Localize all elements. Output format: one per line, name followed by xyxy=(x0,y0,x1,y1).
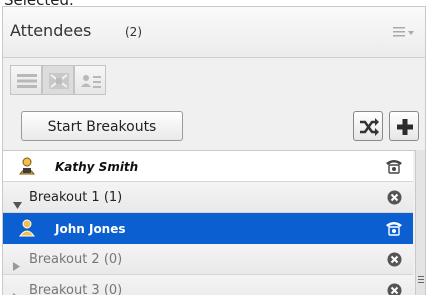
panel-header: Attendees (2) xyxy=(3,7,425,58)
breakout-label: Breakout 1 (1) xyxy=(29,190,122,205)
card-view-button[interactable] xyxy=(74,65,106,95)
attendee-row-john-jones[interactable]: John Jones xyxy=(3,213,413,244)
add-breakout-button[interactable] xyxy=(389,111,419,141)
shuffle-button[interactable] xyxy=(353,111,383,141)
panel-title: Attendees xyxy=(10,21,91,40)
scrollbar-grip-icon xyxy=(418,276,424,284)
grid-view-icon xyxy=(48,72,70,90)
attendee-name: Kathy Smith xyxy=(55,160,138,174)
remove-icon[interactable] xyxy=(387,252,402,271)
start-breakouts-button[interactable]: Start Breakouts xyxy=(21,111,183,141)
breakout-row-3[interactable]: Breakout 3 (0) xyxy=(3,275,413,295)
view-mode-toolbar xyxy=(10,65,140,95)
breakout-actions: Start Breakouts xyxy=(3,105,425,149)
expand-caret-icon[interactable] xyxy=(13,194,22,213)
remove-icon[interactable] xyxy=(387,283,402,295)
phone-icon xyxy=(385,220,403,240)
breakout-row-2[interactable]: Breakout 2 (0) xyxy=(3,244,413,275)
breakout-label: Breakout 2 (0) xyxy=(29,252,122,267)
list-view-button[interactable] xyxy=(10,65,42,95)
attendees-list: Kathy Smith Breakout 1 (1) xyxy=(3,150,415,295)
shuffle-icon xyxy=(358,116,380,138)
breakout-row-1[interactable]: Breakout 1 (1) xyxy=(3,182,413,213)
attendees-panel: Attendees (2) xyxy=(2,6,426,295)
collapse-caret-icon[interactable] xyxy=(13,256,20,275)
attendee-count: (2) xyxy=(125,25,142,39)
host-user-icon xyxy=(17,156,37,180)
remove-icon[interactable] xyxy=(387,190,402,209)
plus-icon xyxy=(394,116,416,138)
hamburger-menu-icon[interactable] xyxy=(393,25,415,39)
phone-icon xyxy=(385,158,403,178)
card-view-icon xyxy=(80,72,102,90)
attendee-row-kathy-smith[interactable]: Kathy Smith xyxy=(3,151,413,182)
breakout-label: Breakout 3 (0) xyxy=(29,283,122,295)
list-view-icon xyxy=(16,72,38,90)
user-icon xyxy=(17,218,37,242)
attendee-name: John Jones xyxy=(55,222,126,236)
list-scrollbar[interactable] xyxy=(415,150,426,295)
grid-view-button[interactable] xyxy=(42,65,74,95)
